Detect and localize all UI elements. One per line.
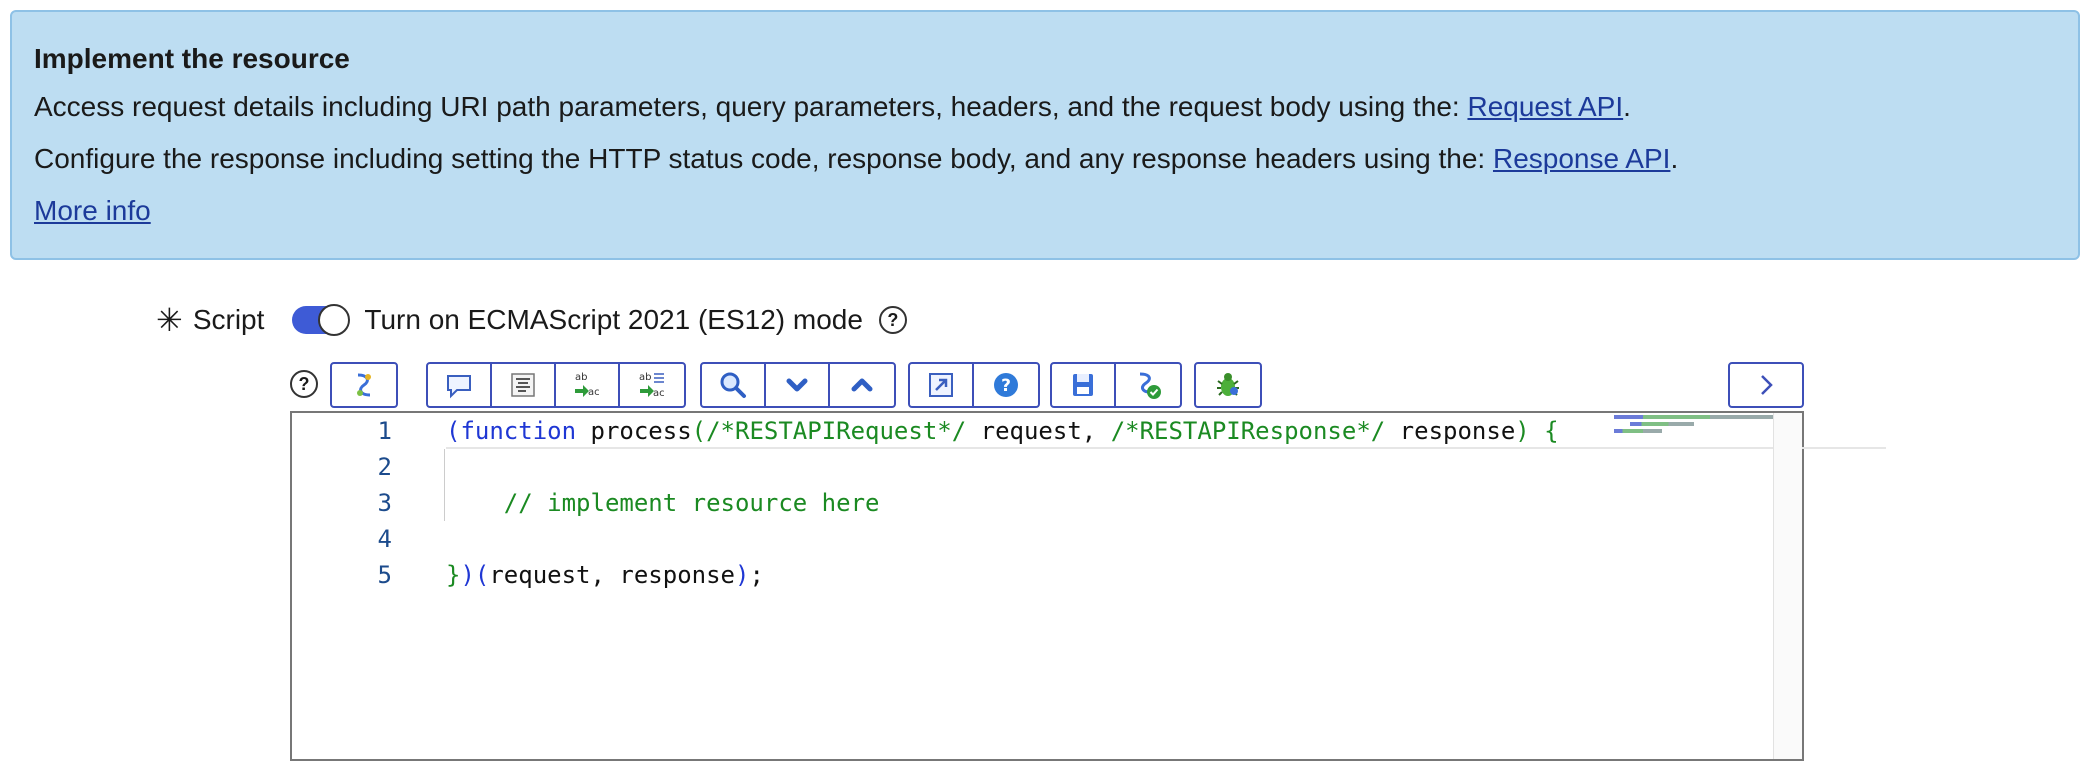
code-token-function-name: process xyxy=(576,417,692,445)
toolbar-group-save xyxy=(1050,362,1182,408)
code-token-arg: request, xyxy=(966,417,1111,445)
syntax-check-icon xyxy=(1139,372,1161,399)
svg-text:ac: ac xyxy=(588,387,600,398)
code-token: ) xyxy=(460,561,475,589)
search-button[interactable] xyxy=(702,364,766,406)
indent-guide xyxy=(444,449,445,521)
next-match-icon xyxy=(786,378,808,392)
code-line-5[interactable]: })(request, response); xyxy=(446,557,1886,593)
editor-vertical-scrollbar[interactable] xyxy=(1773,413,1802,759)
format-code-button[interactable] xyxy=(492,364,556,406)
toolbar-group-debug xyxy=(1194,362,1262,408)
expand-right-button[interactable] xyxy=(1730,364,1802,406)
toggle-knob xyxy=(318,304,351,336)
next-match-button[interactable] xyxy=(766,364,830,406)
info-banner: Implement the resource Access request de… xyxy=(10,10,2080,260)
toolbar-group-expand xyxy=(1728,362,1804,408)
line-number: 4 xyxy=(377,525,392,553)
code-token-brace: } xyxy=(446,561,461,589)
code-token: ; xyxy=(749,561,764,589)
code-token-comment: /*RESTAPIResponse*/ xyxy=(1110,417,1386,445)
save-icon xyxy=(1073,374,1093,396)
script-field-header: ✳ Script Turn on ECMAScript 2021 (ES12) … xyxy=(156,300,907,340)
code-line-4[interactable] xyxy=(446,521,1886,557)
info-line-request: Access request details including URI pat… xyxy=(34,90,2056,124)
info-line-request-text: Access request details including URI pat… xyxy=(34,91,1468,122)
debug-button[interactable] xyxy=(1196,364,1260,406)
replace-button[interactable]: ab ac xyxy=(556,364,620,406)
toolbar-group-search xyxy=(700,362,896,408)
fullscreen-button[interactable] xyxy=(910,364,974,406)
more-info-row: More info xyxy=(34,194,2056,228)
info-line-response-suffix: . xyxy=(1670,143,1679,174)
toolbar-group-include xyxy=(330,362,398,408)
code-minimap[interactable] xyxy=(1614,415,1774,445)
info-title: Implement the resource xyxy=(34,43,350,74)
save-button[interactable] xyxy=(1052,364,1116,406)
info-line-response: Configure the response including setting… xyxy=(34,142,2056,176)
previous-match-icon xyxy=(851,378,873,392)
line-number: 2 xyxy=(377,453,392,481)
replace-all-button[interactable]: ab ac xyxy=(620,364,684,406)
script-include-icon xyxy=(357,373,371,397)
editor-help-button[interactable]: ? xyxy=(974,364,1038,406)
search-icon xyxy=(720,372,746,398)
previous-match-button[interactable] xyxy=(830,364,894,406)
replace-icon: ab ac xyxy=(575,372,600,398)
code-token: ) xyxy=(735,561,750,589)
line-number-gutter: 1 2 3 4 5 xyxy=(292,413,402,593)
toolbar-group-edit: ab ac ab ac xyxy=(426,362,686,408)
code-token: ) xyxy=(1515,417,1530,445)
code-line-2[interactable] xyxy=(446,449,1886,485)
es12-mode-toggle[interactable] xyxy=(292,304,351,336)
code-token: ( xyxy=(474,561,490,589)
fullscreen-icon xyxy=(929,373,953,397)
code-token-comment: // implement resource here xyxy=(446,489,880,517)
code-token: ( xyxy=(446,417,461,445)
line-number: 1 xyxy=(377,417,392,445)
debug-icon xyxy=(1217,373,1239,396)
info-line-request-suffix: . xyxy=(1623,91,1631,122)
line-number: 5 xyxy=(377,561,392,589)
request-api-link[interactable]: Request API xyxy=(1467,91,1623,122)
es12-mode-label: Turn on ECMAScript 2021 (ES12) mode xyxy=(364,304,863,335)
comment-icon xyxy=(447,375,471,399)
script-include-button[interactable] xyxy=(332,364,396,406)
minimap-line xyxy=(1614,429,1662,433)
format-code-icon xyxy=(511,373,535,397)
toolbar-help-icon[interactable]: ? xyxy=(290,370,318,398)
response-api-link[interactable]: Response API xyxy=(1493,143,1670,174)
code-token: ( xyxy=(691,417,707,445)
more-info-link[interactable]: More info xyxy=(34,195,151,226)
svg-text:ab: ab xyxy=(639,372,651,383)
code-token-args: request, response xyxy=(489,561,735,589)
minimap-line xyxy=(1630,422,1694,426)
toolbar-group-view: ? xyxy=(908,362,1040,408)
line-number: 3 xyxy=(377,489,392,517)
svg-text:ac: ac xyxy=(653,388,665,399)
script-label: Script xyxy=(192,304,265,335)
code-line-3[interactable]: // implement resource here xyxy=(446,485,1886,521)
svg-text:ab: ab xyxy=(575,372,587,383)
code-token-brace: { xyxy=(1529,417,1559,445)
script-code-editor[interactable]: 1 2 3 4 5 (function process(/*RESTAPIReq… xyxy=(290,411,1886,761)
minimap-line xyxy=(1614,415,1774,419)
script-editor-toolbar: ? ab ac ab ac ? xyxy=(288,362,1804,410)
expand-right-icon xyxy=(1761,375,1773,395)
required-icon: ✳ xyxy=(156,302,183,338)
syntax-check-button[interactable] xyxy=(1116,364,1180,406)
code-token-keyword: function xyxy=(460,417,577,445)
svg-text:?: ? xyxy=(1001,376,1011,396)
comment-button[interactable] xyxy=(428,364,492,406)
help-icon: ? xyxy=(994,373,1018,397)
code-token-arg: response xyxy=(1385,417,1516,445)
es12-help-icon[interactable]: ? xyxy=(878,306,907,334)
info-line-response-text: Configure the response including setting… xyxy=(34,143,1493,174)
code-token-comment: /*RESTAPIRequest*/ xyxy=(706,417,967,445)
replace-all-icon: ab ac xyxy=(639,372,665,399)
